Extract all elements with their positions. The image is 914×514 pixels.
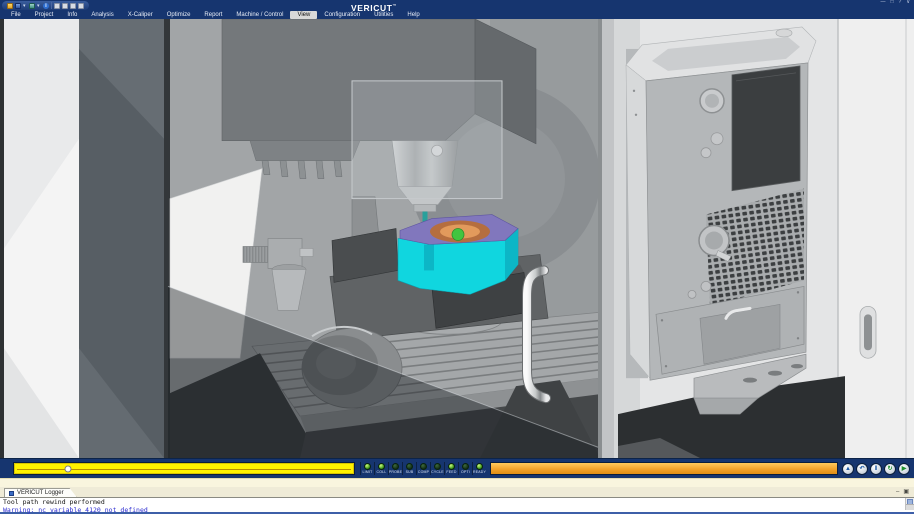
menu-help[interactable]: Help [400,11,426,19]
status-strip [0,478,914,487]
rotary-knob[interactable] [701,148,711,158]
title-bar: ▾ ▾ i VERICUT™ — □ ? ∨ [0,0,914,11]
status-led-cluster: LIMIT COLL PROBE SUB [360,462,486,475]
menu-x-caliper[interactable]: X-Caliper [121,11,160,19]
status-led[interactable]: FEED [444,462,458,475]
rotary-knob[interactable] [688,290,696,298]
menu-analysis[interactable]: Analysis [84,11,120,19]
status-led[interactable]: COLL [374,462,388,475]
timeline-slider-handle[interactable] [65,465,72,472]
menu-file[interactable]: File [4,11,28,19]
toolbar-separator [51,2,52,9]
menu-optimize[interactable]: Optimize [160,11,198,19]
led-indicator-icon [364,463,371,470]
spindle-glass-panel [352,81,502,199]
menu-info[interactable]: Info [60,11,84,19]
led-indicator-icon [448,463,455,470]
layout-split-icon[interactable] [62,3,68,9]
menu-view[interactable]: View [290,11,317,19]
led-indicator-icon [476,463,483,470]
logger-panel-controls: – ▣ [896,489,909,495]
ribbon-help-button[interactable]: ? [898,0,903,6]
logger-window-icon [9,491,14,496]
window-restore-button[interactable]: □ [890,0,895,6]
left-enclosure-door [0,19,170,458]
chevron-down-icon[interactable]: ▾ [23,3,27,9]
menu-project[interactable]: Project [28,11,61,19]
rotary-knob[interactable] [711,133,723,145]
scrollbar-arrow-down[interactable] [906,504,914,510]
playback-controls: ▲ ↶ ‖ ↻ ▶ [842,463,910,475]
quick-access-toolbar: ▾ ▾ i [2,1,89,10]
window-minimize-button[interactable]: — [880,0,887,6]
open-project-icon[interactable] [7,3,13,9]
status-led[interactable]: COMP [416,462,430,475]
simulation-control-bar: LIMIT COLL PROBE SUB [0,458,914,478]
menu-report[interactable]: Report [197,11,229,19]
status-led[interactable]: SUB [402,462,416,475]
led-indicator-icon [462,463,469,470]
nc-program-progress-fill [491,463,837,474]
stop-button[interactable]: ‖ [870,463,882,475]
status-led[interactable]: LIMIT [360,462,374,475]
status-led[interactable]: CYCLE [430,462,444,475]
simulation-viewport[interactable] [0,19,914,458]
led-indicator-icon [420,463,427,470]
window-controls: — □ ? ∨ [880,0,911,6]
timeline-slider[interactable] [13,462,355,475]
app-title: VERICUT™ [351,0,397,14]
chevron-down-icon[interactable]: ▾ [37,3,41,9]
tools-icon[interactable] [29,3,35,9]
status-led[interactable]: PROBE [388,462,402,475]
menu-machine-control[interactable]: Machine / Control [229,11,290,19]
logger-minimize-button[interactable]: – [896,489,899,495]
menu-bar: File Project Info Analysis X-Caliper Opt… [0,11,914,19]
play-button[interactable]: ▶ [898,463,910,475]
led-indicator-icon [434,463,441,470]
logger-maximize-button[interactable]: ▣ [903,489,909,495]
log-line: Warning: nc_variable 4120 not defined [3,507,902,514]
play-to-end-button[interactable]: ↻ [884,463,896,475]
led-indicator-icon [406,463,413,470]
led-indicator-icon [378,463,385,470]
logger-tab-row: VERICUT Logger – ▣ [0,487,914,497]
nc-program-progress-bar [490,462,838,475]
pendant-screen [732,66,800,191]
layout-single-icon[interactable] [54,3,60,9]
status-led[interactable]: OPTI [458,462,472,475]
layout-restore-icon[interactable] [78,3,84,9]
logger-scrollbar[interactable] [905,498,914,510]
reset-button[interactable]: ▲ [842,463,854,475]
status-led[interactable]: READY [472,462,486,475]
led-indicator-icon [392,463,399,470]
single-step-button[interactable]: ↶ [856,463,868,475]
logger-output: Tool path rewind performed Warning: nc_v… [0,497,914,514]
info-icon[interactable]: i [43,3,49,9]
tab-vericut-logger[interactable]: VERICUT Logger [4,488,77,497]
rotary-knob[interactable] [701,281,711,291]
save-icon[interactable] [15,3,21,9]
workpiece [398,215,518,295]
layout-grid-icon[interactable] [70,3,76,9]
ribbon-collapse-button[interactable]: ∨ [905,0,911,6]
vericut-window: ▾ ▾ i VERICUT™ — □ ? ∨ [0,0,914,514]
